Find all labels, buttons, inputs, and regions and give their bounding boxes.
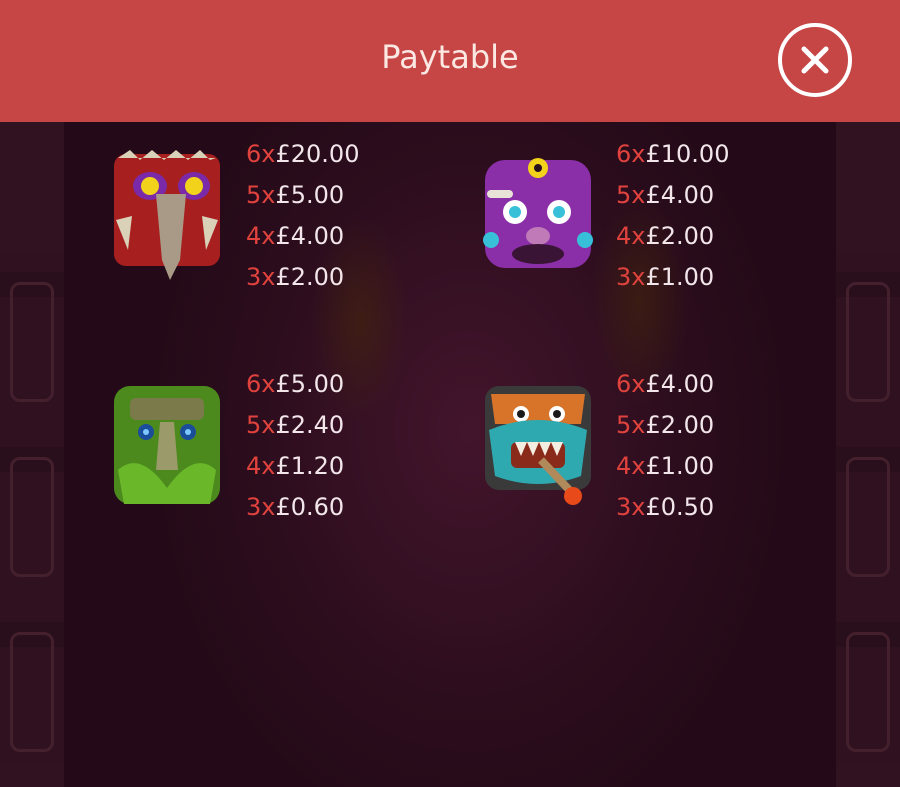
payout-row: 3x£0.60: [246, 493, 345, 521]
payout-row: 5x£2.00: [616, 411, 715, 439]
payout-list: 6x£5.00 5x£2.40 4x£1.20 3x£0.60: [246, 364, 344, 528]
payout-list: 6x£20.00 5x£5.00 4x£4.00 3x£2.00: [246, 134, 359, 298]
payout-list: 6x£4.00 5x£2.00 4x£1.00 3x£0.50: [616, 364, 714, 528]
payout-row: 6x£4.00: [616, 370, 715, 398]
payout-row: 6x£20.00: [246, 140, 360, 168]
payout-row: 5x£4.00: [616, 181, 715, 209]
close-button[interactable]: [778, 23, 852, 97]
payout-list: 6x£10.00 5x£4.00 4x£2.00 3x£1.00: [616, 134, 729, 298]
green-leaf-mask-icon: [110, 380, 224, 512]
payout-row: 5x£5.00: [246, 181, 345, 209]
paytable-header: Paytable: [0, 0, 900, 122]
payout-row: 3x£2.00: [246, 263, 345, 291]
payout-row: 4x£2.00: [616, 222, 715, 250]
payout-row: 4x£1.20: [246, 452, 345, 480]
payout-row: 3x£1.00: [616, 263, 715, 291]
left-decor-pillar: [0, 122, 64, 787]
blue-beast-mask-icon: [481, 380, 595, 512]
purple-mask-icon: [481, 150, 595, 282]
close-icon: [801, 46, 829, 74]
payout-row: 5x£2.40: [246, 411, 345, 439]
payout-row: 4x£1.00: [616, 452, 715, 480]
payout-row: 3x£0.50: [616, 493, 715, 521]
right-decor-pillar: [836, 122, 900, 787]
red-bird-mask-icon: [110, 150, 224, 282]
payout-row: 6x£10.00: [616, 140, 730, 168]
page-title: Paytable: [381, 38, 519, 76]
payout-row: 6x£5.00: [246, 370, 345, 398]
payout-row: 4x£4.00: [246, 222, 345, 250]
